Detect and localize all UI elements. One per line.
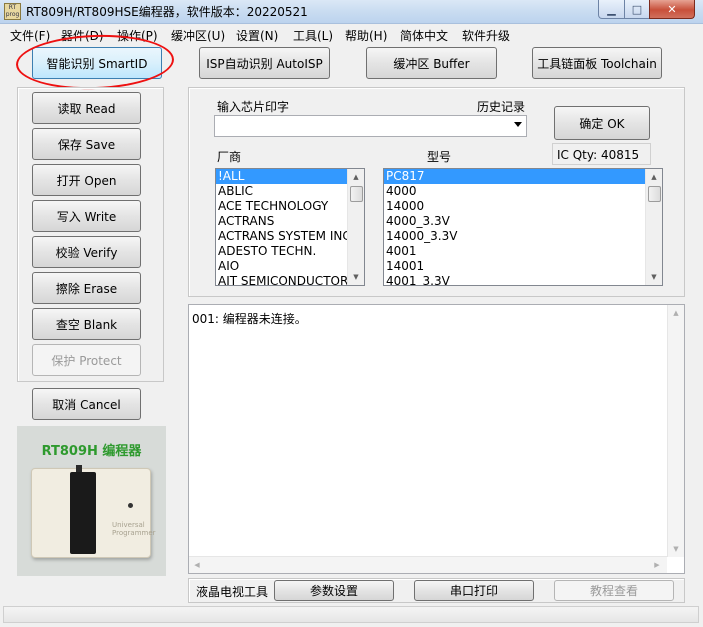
- log-output[interactable]: 001: 编程器未连接。 ▲ ▼ ◀ ▶: [188, 304, 685, 574]
- list-item[interactable]: ACTRANS SYSTEM INC: [216, 229, 347, 244]
- lcd-tools-label: 液晶电视工具: [196, 585, 269, 599]
- list-item[interactable]: ACE TECHNOLOGY: [216, 199, 347, 214]
- product-title: RT809H 编程器: [41, 444, 142, 459]
- menu-file[interactable]: 文件(F): [10, 27, 50, 44]
- manufacturer-scrollbar[interactable]: ▲ ▼: [347, 169, 364, 285]
- write-button[interactable]: 写入 Write: [32, 200, 141, 232]
- model-scrollbar[interactable]: ▲ ▼: [645, 169, 662, 285]
- scroll-right-icon[interactable]: ▶: [649, 557, 665, 573]
- manufacturer-label: 厂商: [217, 150, 242, 164]
- autoisp-button[interactable]: ISP自动识别 AutoISP: [199, 47, 330, 79]
- menu-settings[interactable]: 设置(N): [236, 27, 278, 44]
- scroll-up-icon[interactable]: ▲: [668, 305, 684, 321]
- ic-qty-display: IC Qty: 40815: [552, 143, 651, 165]
- maximize-button[interactable]: □: [624, 0, 650, 19]
- list-item[interactable]: !ALL: [216, 169, 347, 184]
- save-button[interactable]: 保存 Save: [32, 128, 141, 160]
- window-title: RT809H/RT809HSE编程器，软件版本：20220521: [26, 5, 308, 19]
- maximize-icon: □: [631, 2, 643, 16]
- buffer-button[interactable]: 缓冲区 Buffer: [366, 47, 497, 79]
- list-item[interactable]: ABLIC: [216, 184, 347, 199]
- scroll-down-icon[interactable]: ▼: [348, 269, 364, 285]
- device-body: Universal Programmer: [31, 465, 156, 558]
- toolchain-button[interactable]: 工具链面板 Toolchain: [532, 47, 662, 79]
- zif-socket: [70, 472, 96, 554]
- menu-tools[interactable]: 工具(L): [293, 27, 333, 44]
- programmer-image: RT809H 编程器 Universal Programmer: [17, 426, 166, 576]
- serial-print-button[interactable]: 串口打印: [414, 580, 534, 601]
- title-bar: RT prog RT809H/RT809HSE编程器，软件版本：20220521…: [0, 0, 703, 24]
- erase-button[interactable]: 擦除 Erase: [32, 272, 141, 304]
- scroll-up-icon[interactable]: ▲: [348, 169, 364, 185]
- blank-button[interactable]: 查空 Blank: [32, 308, 141, 340]
- ok-button[interactable]: 确定 OK: [554, 106, 650, 140]
- app-icon: RT prog: [4, 3, 21, 20]
- protect-button[interactable]: 保护 Protect: [32, 344, 141, 376]
- log-hscrollbar[interactable]: ◀ ▶: [189, 556, 667, 573]
- scroll-up-icon[interactable]: ▲: [646, 169, 662, 185]
- menu-buffer[interactable]: 缓冲区(U): [171, 27, 225, 44]
- close-icon: ✕: [667, 2, 677, 16]
- minimize-button[interactable]: ▁: [598, 0, 625, 19]
- scroll-left-icon[interactable]: ◀: [189, 557, 205, 573]
- menu-upgrade[interactable]: 软件升级: [462, 27, 510, 44]
- list-item[interactable]: PC817: [384, 169, 645, 184]
- close-button[interactable]: ✕: [649, 0, 695, 19]
- list-item[interactable]: 4000: [384, 184, 645, 199]
- history-label: 历史记录: [477, 100, 526, 114]
- scroll-thumb[interactable]: [350, 186, 363, 202]
- list-item[interactable]: 4000_3.3V: [384, 214, 645, 229]
- device-led: [128, 503, 133, 508]
- scroll-down-icon[interactable]: ▼: [668, 541, 684, 557]
- tutorial-button[interactable]: 教程查看: [554, 580, 674, 601]
- dropdown-arrow-icon[interactable]: [514, 122, 522, 127]
- model-label: 型号: [427, 150, 452, 164]
- read-button[interactable]: 读取 Read: [32, 92, 141, 124]
- menu-help[interactable]: 帮助(H): [345, 27, 387, 44]
- list-item[interactable]: 14000: [384, 199, 645, 214]
- list-item[interactable]: AIT SEMICONDUCTOR: [216, 274, 347, 285]
- list-item[interactable]: 14001: [384, 259, 645, 274]
- verify-button[interactable]: 校验 Verify: [32, 236, 141, 268]
- chip-input-combobox[interactable]: [214, 115, 527, 137]
- list-item[interactable]: ADESTO TECHN.: [216, 244, 347, 259]
- cancel-button[interactable]: 取消 Cancel: [32, 388, 141, 420]
- model-list[interactable]: PC817 4000 14000 4000_3.3V 14000_3.3V 40…: [383, 168, 663, 286]
- param-settings-button[interactable]: 参数设置: [274, 580, 394, 601]
- list-item[interactable]: 4001: [384, 244, 645, 259]
- status-bar: [0, 603, 703, 627]
- log-vscrollbar[interactable]: ▲ ▼: [667, 305, 684, 557]
- list-item[interactable]: 4001_3.3V: [384, 274, 645, 285]
- minimize-icon: ▁: [607, 2, 616, 16]
- scroll-thumb[interactable]: [648, 186, 661, 202]
- list-item[interactable]: ACTRANS: [216, 214, 347, 229]
- menu-language[interactable]: 简体中文: [400, 27, 448, 44]
- scroll-down-icon[interactable]: ▼: [646, 269, 662, 285]
- log-line: 001: 编程器未连接。: [192, 312, 307, 326]
- list-item[interactable]: AIO: [216, 259, 347, 274]
- manufacturer-list[interactable]: !ALL ABLIC ACE TECHNOLOGY ACTRANS ACTRAN…: [215, 168, 365, 286]
- device-label: Universal Programmer: [112, 521, 156, 537]
- chip-input-label: 输入芯片印字: [217, 100, 290, 114]
- open-button[interactable]: 打开 Open: [32, 164, 141, 196]
- progress-bar: [3, 606, 699, 623]
- list-item[interactable]: 14000_3.3V: [384, 229, 645, 244]
